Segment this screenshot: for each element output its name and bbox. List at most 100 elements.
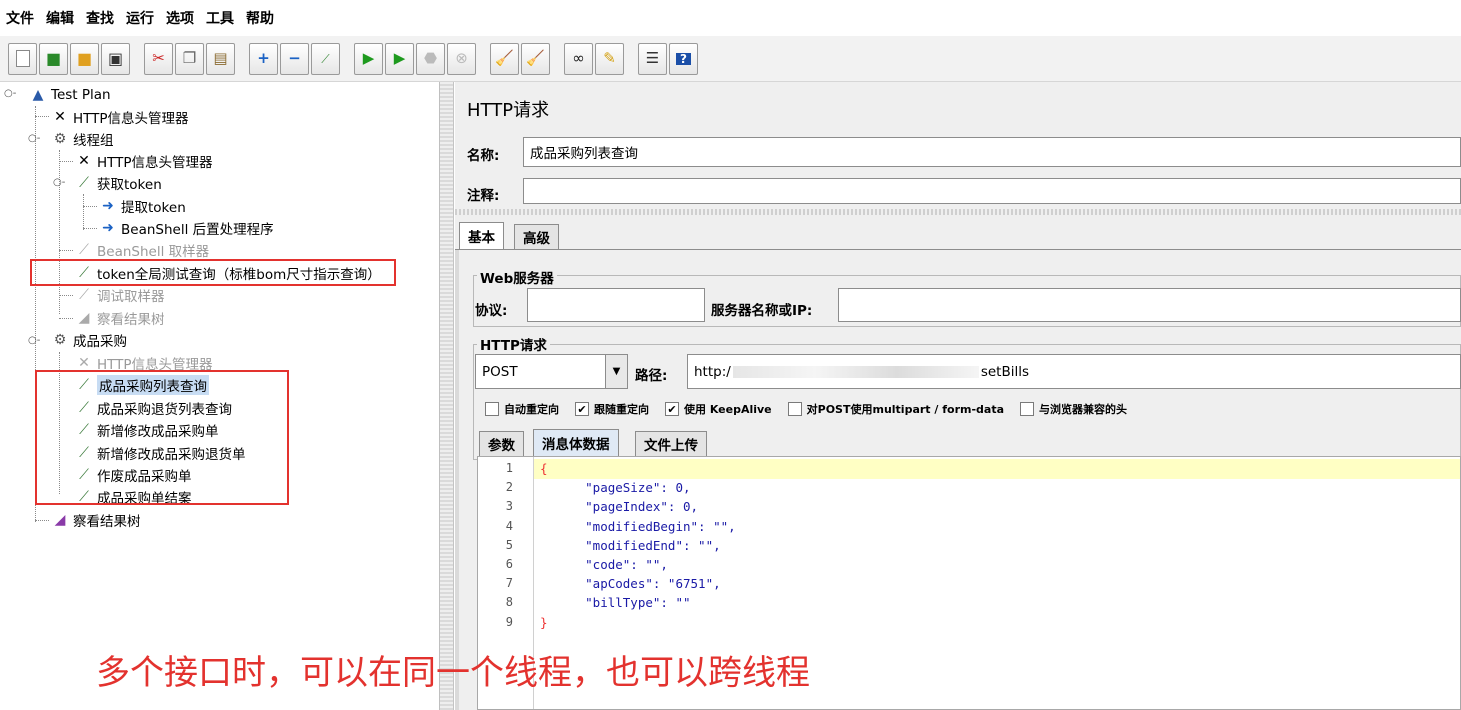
protocol-label: 协议: [475,303,508,319]
stop-icon[interactable]: ⬣ [416,42,445,75]
tree-node-tg1-header-manager[interactable]: ✕ HTTP信息头管理器 [74,150,212,172]
keepalive-checkbox[interactable]: ✔ 使用 KeepAlive [665,401,772,417]
tree-node-thread-group-2[interactable]: ⚙ 成品采购 [50,329,127,351]
code-line: "modifiedEnd": "", [540,537,721,553]
node-label: 调试取样器 [97,289,165,305]
code-line: "apCodes": "6751", [540,576,721,592]
tree-node-test-plan[interactable]: ▲ Test Plan [28,84,111,106]
current-line-highlight [534,459,1460,479]
save-icon[interactable]: ▣ [101,42,130,75]
line-number: 1 [505,461,513,475]
method-select[interactable]: POST ▼ [475,354,628,389]
tree-node-view-results-2[interactable]: ◢ 察看结果树 [50,509,141,531]
copy-icon[interactable]: ❐ [175,42,204,75]
menu-search[interactable]: 查找 [86,8,114,28]
browser-headers-checkbox[interactable]: 与浏览器兼容的头 [1020,401,1127,417]
node-label: 获取token [97,177,162,193]
menu-options[interactable]: 选项 [166,8,194,28]
open-icon[interactable]: ■ [70,42,99,75]
clear-icon[interactable]: 🧹 [490,42,519,75]
http-request-group-title: HTTP请求 [477,334,550,354]
tab-files-upload[interactable]: 文件上传 [635,431,707,456]
menu-run[interactable]: 运行 [126,8,154,28]
wrench-icon: ✕ [54,109,66,125]
menu-tools[interactable]: 工具 [206,8,234,28]
expand-toggle-icon[interactable]: ○- [53,177,65,188]
node-label: HTTP信息头管理器 [73,111,189,127]
chart-icon: ◢ [78,310,90,326]
expand-toggle-icon[interactable]: ○- [28,335,40,346]
line-number: 8 [505,595,513,610]
multipart-checkbox[interactable]: 对POST使用multipart / form-data [787,401,1005,417]
checkbox-row: 自动重定向 ✔ 跟随重定向 ✔ 使用 KeepAlive 对POST使用multip… [485,401,1143,417]
tree-node-beanshell-post[interactable]: ➜ BeanShell 后置处理程序 [98,217,274,239]
search-icon[interactable]: ∞ [564,42,593,75]
split-divider[interactable] [440,82,454,710]
path-field[interactable]: http:/ setBills [687,354,1461,389]
tree-node-debug-sampler[interactable]: ⟋ 调试取样器 [74,284,165,306]
start-no-pause-icon[interactable]: ▶ [385,42,414,75]
name-field[interactable]: 成品采购列表查询 [523,137,1461,167]
toggle-icon[interactable]: ⟋ [311,42,340,75]
node-label: 察看结果树 [97,312,165,328]
line-number: 4 [505,518,513,533]
server-field[interactable] [838,288,1461,322]
collapse-icon[interactable]: − [280,42,309,75]
chevron-down-icon[interactable]: ▼ [605,355,627,388]
menu-help[interactable]: 帮助 [246,8,274,28]
reset-search-icon[interactable]: ✎ [595,42,624,75]
path-label: 路径: [635,368,668,384]
help-icon[interactable]: ? [669,42,698,75]
tree-node-get-token[interactable]: ⟋ 获取token [74,172,162,194]
template-icon[interactable]: ■ [39,42,68,75]
code-line: { [540,461,548,476]
start-icon[interactable]: ▶ [354,42,383,75]
wrench-icon: ✕ [78,153,90,169]
comment-field[interactable] [523,178,1461,204]
checkbox-box [1020,402,1035,416]
code-line: "pageIndex": 0, [540,499,699,515]
tree-node-header-manager[interactable]: ✕ HTTP信息头管理器 [50,106,189,128]
node-label: 成品采购 [73,334,127,350]
checkbox-label: 对POST使用multipart / form-data [806,403,1005,416]
node-label: 察看结果树 [73,514,141,530]
tree-node-extract-token[interactable]: ➜ 提取token [98,195,186,217]
check-icon: ✔ [575,402,589,416]
auto-redirect-checkbox[interactable]: 自动重定向 [485,401,559,417]
expand-toggle-icon[interactable]: ○- [4,88,16,99]
collapse-divider[interactable] [455,209,1461,215]
tab-advanced[interactable]: 高级 [514,224,559,249]
pipette-icon: ⟋ [79,287,89,303]
tab-parameters[interactable]: 参数 [479,431,524,456]
line-number: 2 [505,480,513,495]
highlight-box [30,259,396,286]
paste-icon[interactable]: ▤ [206,42,235,75]
tab-basic[interactable]: 基本 [459,222,504,249]
follow-redirect-checkbox[interactable]: ✔ 跟随重定向 [575,401,649,417]
code-line: "modifiedBegin": "", [540,518,736,534]
clear-all-icon[interactable]: 🧹 [521,42,550,75]
new-icon[interactable] [8,42,37,75]
redacted-text [732,365,979,378]
expand-toggle-icon[interactable]: ○- [28,133,40,144]
menu-file[interactable]: 文件 [6,8,34,28]
annotation-text: 多个接口时，可以在同一个线程，也可以跨线程 [96,653,810,693]
toolbar: ■ ■ ▣ ✂ ❐ ▤ + − ⟋ ▶ ▶ ⬣ ⊗ 🧹 🧹 ∞ ✎ ☰ ? [0,36,1461,82]
checkbox-label: 自动重定向 [504,403,559,416]
http-request-panel: HTTP请求 名称: 成品采购列表查询 注释: 基本 高级 Web服务器 协议:… [455,82,1461,710]
function-helper-icon[interactable]: ☰ [638,42,667,75]
tree-node-view-results-1[interactable]: ◢ 察看结果树 [74,307,165,329]
menu-edit[interactable]: 编辑 [46,8,74,28]
web-server-group-title: Web服务器 [477,267,557,287]
node-label: 线程组 [73,133,114,149]
tree-node-thread-group[interactable]: ⚙ 线程组 [50,128,114,150]
shutdown-icon[interactable]: ⊗ [447,42,476,75]
chart-icon: ◢ [54,512,66,528]
protocol-field[interactable] [527,288,705,322]
checkbox-label: 使用 KeepAlive [684,403,772,416]
name-label: 名称: [467,148,500,164]
expand-icon[interactable]: + [249,42,278,75]
tab-body-data[interactable]: 消息体数据 [533,429,619,456]
tree-node-beanshell-sampler[interactable]: ⟋ BeanShell 取样器 [74,239,209,261]
cut-icon[interactable]: ✂ [144,42,173,75]
